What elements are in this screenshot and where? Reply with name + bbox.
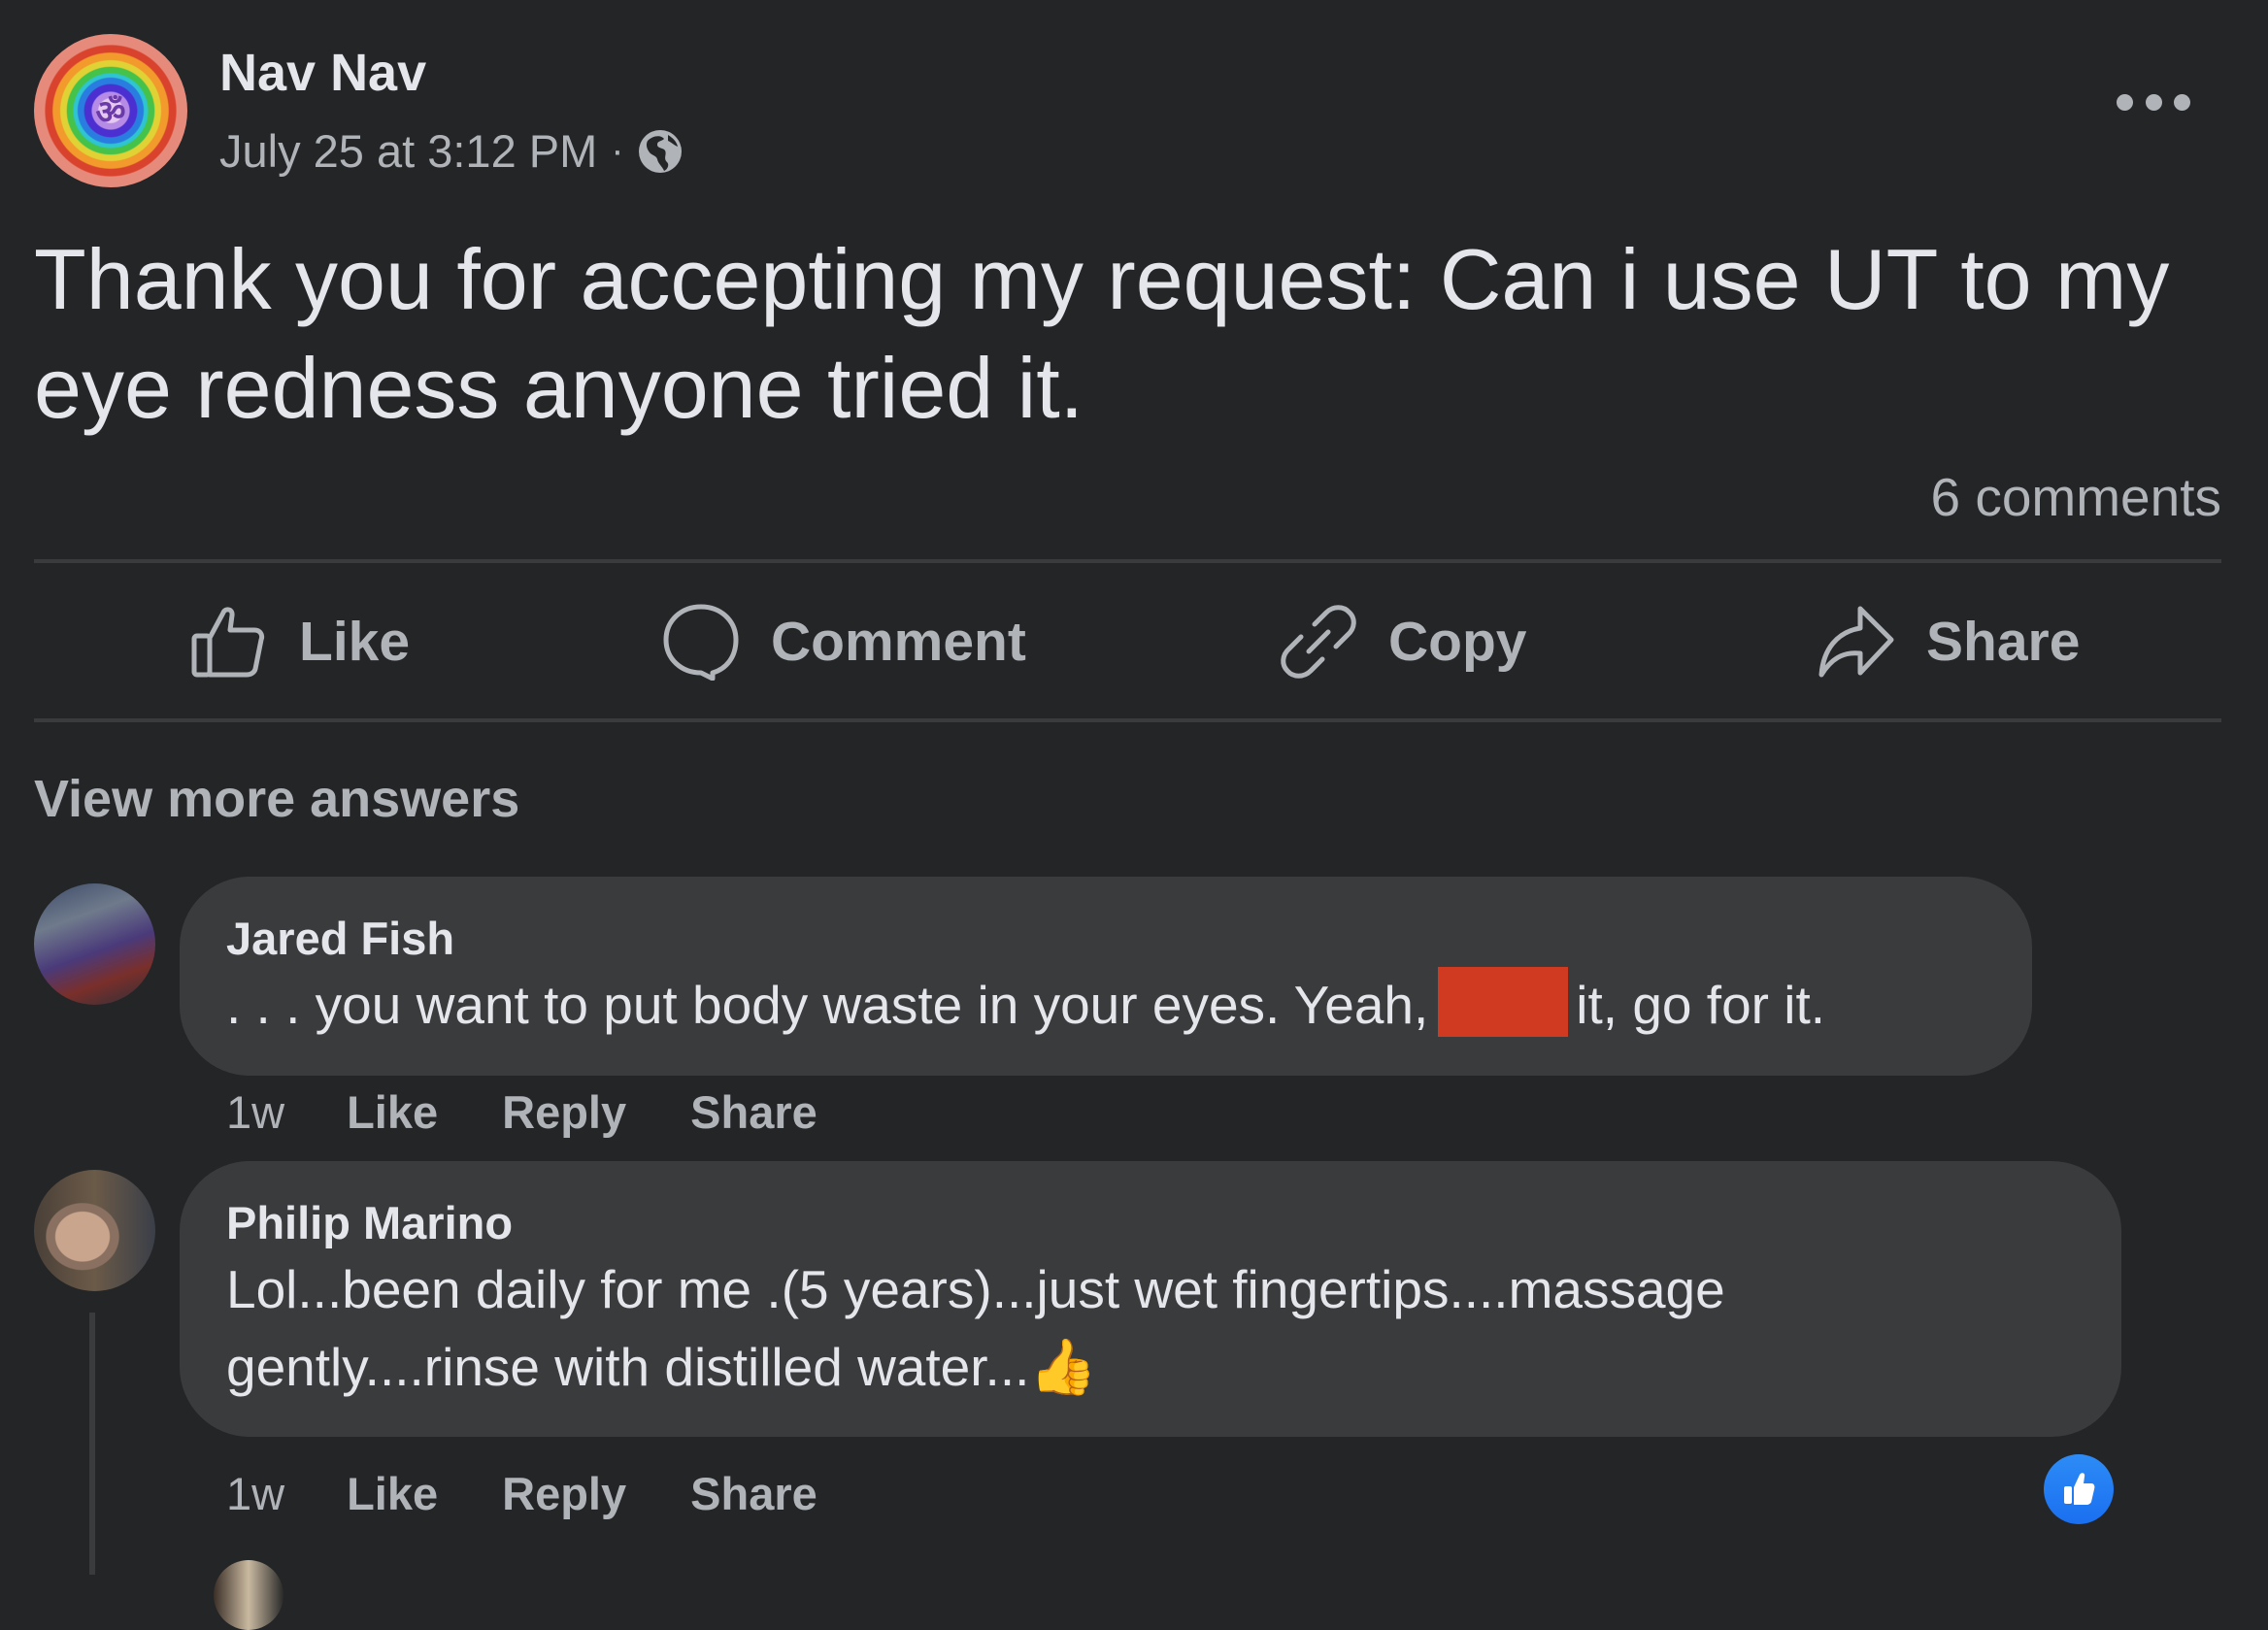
comment-share-button[interactable]: Share	[690, 1085, 817, 1139]
comment-like-button[interactable]: Like	[347, 1467, 438, 1520]
like-label: Like	[299, 611, 411, 673]
thread-line	[89, 1313, 95, 1575]
comment-label: Comment	[771, 611, 1026, 673]
reply-avatar[interactable]	[214, 1560, 284, 1630]
thumbs-up-icon	[2064, 1473, 2095, 1505]
post-timestamp[interactable]: July 25 at 3:12 PM	[219, 124, 597, 178]
comment-button[interactable]: Comment	[662, 602, 1026, 682]
comment-author[interactable]: Jared Fish	[226, 912, 454, 965]
like-button[interactable]: Like	[190, 602, 410, 682]
comment-text-after: it, go for it.	[1576, 975, 1826, 1035]
comment-text-before: . . . you want to put body waste in your…	[226, 975, 1429, 1035]
author-avatar[interactable]: ॐ	[34, 34, 187, 187]
comment-share-button[interactable]: Share	[690, 1467, 817, 1520]
post-author-name[interactable]: Nav Nav	[219, 43, 426, 103]
post-meta: July 25 at 3:12 PM ·	[219, 124, 683, 178]
comment-text: . . . you want to put body waste in your…	[226, 966, 1825, 1044]
om-symbol: ॐ	[95, 94, 126, 131]
comment-text-line: gently....rinse with distilled water...👍	[226, 1328, 1097, 1406]
comment-bubble: Philip Marino Lol...been daily for me .(…	[180, 1161, 2121, 1437]
comments-count-link[interactable]: 6 comments	[1930, 466, 2221, 528]
dot	[2174, 93, 2190, 111]
thumbs-up-outline-icon	[191, 607, 265, 678]
commenter-avatar[interactable]	[34, 1170, 155, 1291]
comment-time: 1w	[226, 1468, 285, 1519]
comment-text-line2: gently....rinse with distilled water...	[226, 1337, 1030, 1397]
copy-label: Copy	[1388, 611, 1527, 673]
comment-time: 1w	[226, 1086, 285, 1138]
post-menu-button[interactable]	[2117, 85, 2190, 118]
share-arrow-icon	[1818, 606, 1894, 678]
meta-separator: ·	[611, 129, 624, 172]
link-icon	[1281, 605, 1356, 679]
comment-author[interactable]: Philip Marino	[226, 1196, 513, 1249]
share-button[interactable]: Share	[1818, 602, 2080, 682]
comment-reply-button[interactable]: Reply	[502, 1467, 626, 1520]
like-reaction-badge[interactable]	[2044, 1454, 2114, 1524]
divider	[34, 718, 2221, 722]
divider	[34, 559, 2221, 563]
thumbs-up-emoji: 👍	[1029, 1336, 1098, 1397]
comment-bubble: Jared Fish . . . you want to put body wa…	[180, 877, 2032, 1076]
comment-reply-button[interactable]: Reply	[502, 1085, 626, 1139]
post-text: Thank you for accepting my request: Can …	[34, 231, 2170, 436]
comment-actions: 1w Like Reply Share	[226, 1467, 882, 1520]
comment-actions: 1w Like Reply Share	[226, 1085, 882, 1139]
share-label: Share	[1926, 611, 2081, 673]
speech-bubble-icon	[663, 604, 739, 681]
redaction-box	[1438, 967, 1569, 1037]
commenter-avatar[interactable]	[34, 883, 155, 1005]
dot	[2117, 93, 2133, 111]
comment-text-line: Lol...been daily for me .(5 years)...jus…	[226, 1259, 1725, 1319]
comment-like-button[interactable]: Like	[347, 1085, 438, 1139]
globe-icon	[638, 129, 682, 173]
copy-button[interactable]: Copy	[1280, 602, 1527, 682]
view-more-answers-link[interactable]: View more answers	[34, 769, 519, 829]
dot	[2145, 93, 2162, 111]
